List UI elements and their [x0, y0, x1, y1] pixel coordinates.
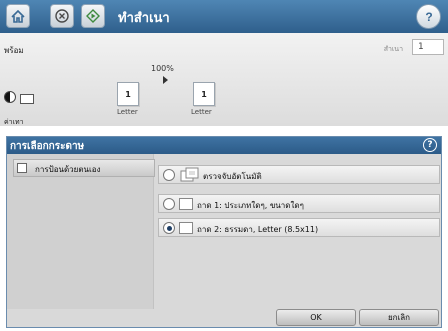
copies-label: สำเนา [383, 45, 403, 53]
stop-icon [55, 9, 69, 23]
help-button[interactable]: ? [416, 4, 441, 29]
status-text: พร้อม [4, 46, 24, 55]
title-bar: ทำสำเนา ? [0, 0, 448, 33]
paper-icon [179, 198, 193, 210]
contrast-icon[interactable] [4, 91, 16, 103]
contrast-label: ค่าเทา [4, 118, 24, 126]
option-label: ถาด 2: ธรรมดา, Letter (8.5x11) [197, 225, 319, 234]
radio-tray-1[interactable] [163, 198, 175, 210]
option-tray-2[interactable]: ถาด 2: ธรรมดา, Letter (8.5x11) [158, 218, 440, 237]
manual-feed-checkbox[interactable] [17, 163, 27, 173]
radio-auto-detect[interactable] [163, 169, 175, 181]
svg-text:?: ? [425, 10, 432, 24]
help-icon: ? [425, 10, 432, 24]
original-size-label: Letter [117, 108, 138, 116]
output-size-label: Letter [191, 108, 212, 116]
dialog-header: การเลือกกระดาษ ? [7, 137, 441, 154]
copies-field[interactable]: 1 [412, 39, 444, 55]
page-title: ทำสำเนา [118, 11, 170, 26]
dialog-left-panel: การป้อนด้วยตนเอง [7, 154, 155, 309]
home-button[interactable] [6, 4, 30, 28]
document-icon[interactable] [20, 94, 34, 104]
auto-detect-paper-icon [180, 167, 199, 182]
dialog-help-icon[interactable]: ? [423, 138, 437, 152]
original-page-icon[interactable]: 1 [117, 82, 139, 106]
option-tray-1[interactable]: ถาด 1: ประเภทใดๆ, ขนาดใดๆ [158, 194, 440, 213]
dialog-title: การเลือกกระดาษ [10, 141, 85, 152]
paper-icon [179, 222, 193, 234]
option-label: ตรวจจับอัตโนมัติ [203, 172, 262, 181]
start-copy-button[interactable] [81, 4, 105, 28]
option-label: ถาด 1: ประเภทใดๆ, ขนาดใดๆ [197, 201, 304, 210]
copy-settings-panel: พร้อม สำเนา 1 [0, 33, 448, 126]
start-icon [86, 9, 100, 23]
stop-button[interactable] [50, 4, 74, 28]
option-auto-detect[interactable]: ตรวจจับอัตโนมัติ [158, 165, 440, 184]
home-icon [11, 9, 25, 23]
cancel-button[interactable]: ยกเลิก [359, 309, 439, 326]
output-page-count: 1 [201, 89, 207, 99]
arrow-right-icon [163, 76, 168, 84]
ok-button[interactable]: OK [276, 309, 356, 326]
paper-selection-dialog: การเลือกกระดาษ ? การป้อนด้วยตนเอง ตรวจจั… [6, 136, 442, 328]
original-page-count: 1 [125, 89, 131, 99]
manual-feed-option[interactable]: การป้อนด้วยตนเอง [13, 159, 155, 177]
zoom-label: 100% [151, 64, 174, 73]
radio-tray-2-selected[interactable] [163, 222, 175, 234]
manual-feed-label: การป้อนด้วยตนเอง [35, 165, 101, 174]
output-page-icon[interactable]: 1 [193, 82, 215, 106]
